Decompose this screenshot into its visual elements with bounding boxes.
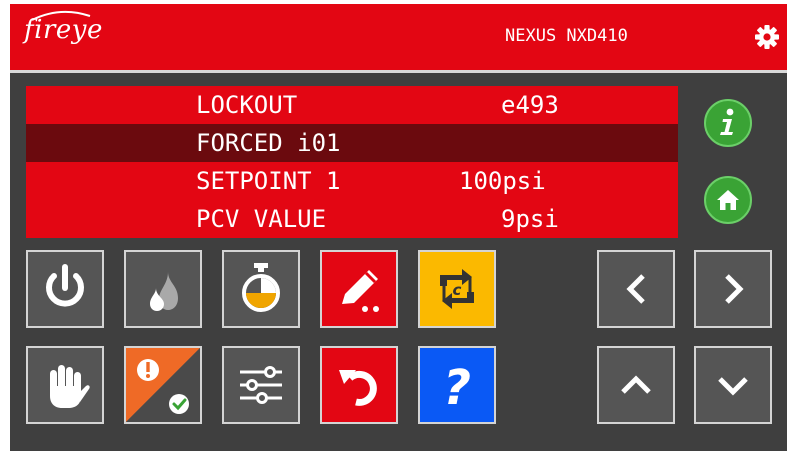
timer-icon	[242, 263, 280, 312]
info-icon	[720, 108, 734, 135]
chevron-down-icon	[718, 377, 748, 396]
header-divider	[10, 70, 787, 73]
row-label: PCV VALUE	[196, 205, 327, 233]
brand-logo: fireye	[24, 15, 103, 45]
undo-icon	[339, 370, 377, 406]
nav-down-button[interactable]	[694, 346, 772, 424]
gear-icon[interactable]	[754, 24, 780, 50]
home-button[interactable]	[704, 176, 752, 224]
help-button[interactable]: ?	[418, 346, 496, 424]
power-button[interactable]	[26, 250, 104, 328]
model-name: NEXUS NXD410	[505, 26, 628, 46]
edit-icon	[342, 270, 379, 312]
row-value: 9psi	[501, 205, 559, 233]
settings-sliders-button[interactable]	[222, 346, 300, 424]
hand-button[interactable]	[26, 346, 104, 424]
row-value: e493	[501, 91, 559, 119]
alarm-reset-button[interactable]	[124, 346, 202, 424]
chevron-up-icon	[621, 375, 651, 394]
sliders-icon	[240, 366, 282, 404]
nav-left-button[interactable]	[597, 250, 675, 328]
display-row-forced[interactable]: FORCED i01	[26, 124, 678, 162]
power-icon	[46, 264, 84, 307]
help-glyph: ?	[443, 360, 471, 416]
flame-icon	[150, 272, 178, 311]
flame-button[interactable]	[124, 250, 202, 328]
header-bar: fireye NEXUS NXD410	[10, 4, 787, 70]
hmi-panel: fireye NEXUS NXD410 LOCKOUT e493 FORCED …	[10, 4, 787, 451]
display-row-pcv[interactable]: PCV VALUE 9psi	[26, 200, 678, 238]
cycle-icon: c	[440, 269, 474, 309]
hand-icon	[50, 365, 90, 408]
display-row-setpoint[interactable]: SETPOINT 1 100psi	[26, 162, 678, 200]
row-label: LOCKOUT	[196, 91, 298, 119]
undo-button[interactable]	[320, 346, 398, 424]
row-label: SETPOINT 1	[196, 167, 341, 195]
row-value: 100psi	[459, 167, 546, 195]
chevron-left-icon	[626, 274, 645, 304]
home-icon	[717, 190, 739, 210]
nav-up-button[interactable]	[597, 346, 675, 424]
status-display: LOCKOUT e493 FORCED i01 SETPOINT 1 100ps…	[26, 86, 678, 238]
alarm-reset-icon	[126, 348, 200, 422]
cycle-letter: c	[453, 281, 462, 299]
chevron-right-icon	[725, 274, 744, 304]
row-label: FORCED i01	[196, 129, 341, 157]
display-row-lockout[interactable]: LOCKOUT e493	[26, 86, 678, 124]
help-icon: ?	[443, 360, 471, 416]
edit-button[interactable]	[320, 250, 398, 328]
timer-button[interactable]	[222, 250, 300, 328]
nav-right-button[interactable]	[694, 250, 772, 328]
cycle-button[interactable]: c	[418, 250, 496, 328]
info-button[interactable]	[704, 99, 752, 147]
